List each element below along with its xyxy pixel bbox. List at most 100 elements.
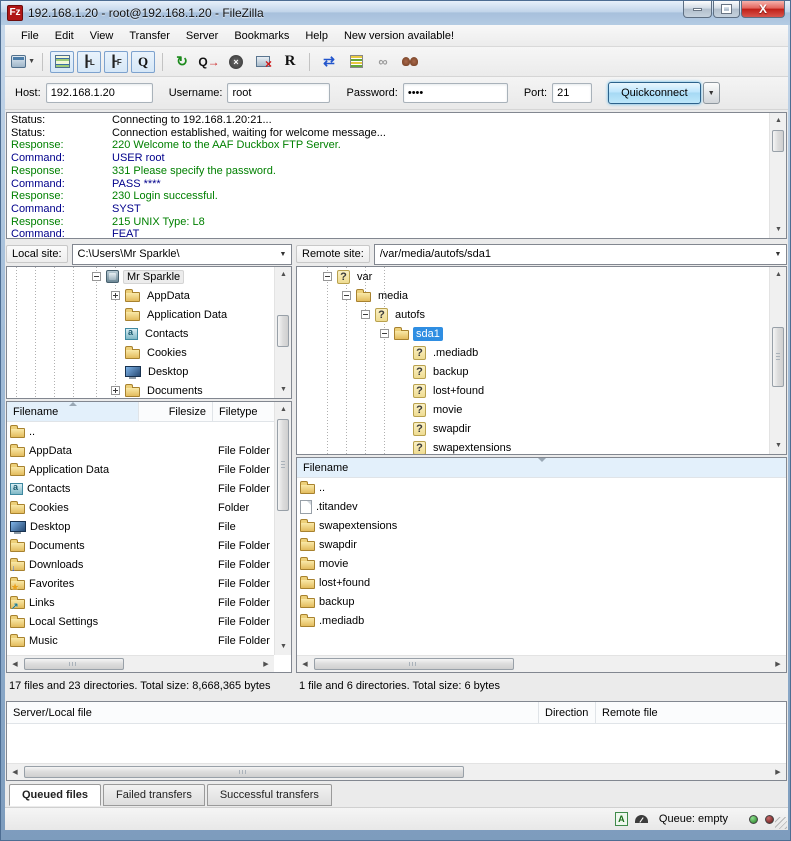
menu-edit[interactable]: Edit: [47, 27, 82, 45]
tree-item-desktop[interactable]: Desktop: [7, 362, 291, 381]
file-row[interactable]: backup: [297, 592, 786, 611]
file-row[interactable]: .mediadb: [297, 611, 786, 630]
scroll-right-icon[interactable]: ▶: [770, 764, 786, 781]
file-row[interactable]: ContactsFile Folder: [7, 479, 276, 498]
tree-item-documents[interactable]: Documents: [7, 381, 291, 399]
password-input[interactable]: [403, 83, 508, 103]
file-row[interactable]: movie: [297, 554, 786, 573]
remote-list-horizontal-scrollbar[interactable]: ◀ ▶: [297, 655, 786, 672]
collapse-icon[interactable]: [361, 310, 370, 319]
file-row[interactable]: lost+found: [297, 573, 786, 592]
column-header-filesize[interactable]: Filesize: [139, 402, 213, 421]
file-row[interactable]: MusicFile Folder: [7, 631, 276, 650]
menu-file[interactable]: File: [13, 27, 47, 45]
tab-successful-transfers[interactable]: Successful transfers: [207, 784, 332, 806]
expand-icon[interactable]: [111, 386, 120, 395]
scrollbar-thumb[interactable]: [24, 658, 124, 670]
tree-item-swapdir[interactable]: swapdir: [297, 419, 786, 438]
site-manager-button[interactable]: ▼: [11, 51, 35, 73]
file-row[interactable]: AppDataFile Folder: [7, 441, 276, 460]
filter-button[interactable]: ⇄: [317, 51, 341, 73]
scroll-right-icon[interactable]: ▶: [258, 656, 274, 673]
file-row[interactable]: DocumentsFile Folder: [7, 536, 276, 555]
quickconnect-dropdown-button[interactable]: ▼: [703, 82, 720, 104]
scrollbar-thumb[interactable]: [24, 766, 464, 778]
expand-icon[interactable]: [111, 291, 120, 300]
title-bar[interactable]: Fz 192.168.1.20 - root@192.168.1.20 - Fi…: [1, 1, 791, 25]
local-site-combobox[interactable]: C:\Users\Mr Sparkle\ ▼: [72, 244, 292, 265]
menu-server[interactable]: Server: [178, 27, 226, 45]
refresh-button[interactable]: ↻: [170, 51, 194, 73]
maximize-button[interactable]: [713, 1, 740, 18]
tree-item-contacts[interactable]: Contacts: [7, 324, 291, 343]
file-row[interactable]: ↗LinksFile Folder: [7, 593, 276, 612]
scroll-up-icon[interactable]: ▲: [275, 267, 292, 283]
find-files-button[interactable]: [398, 51, 422, 73]
quickconnect-button[interactable]: Quickconnect: [608, 82, 701, 104]
scroll-left-icon[interactable]: ◀: [297, 656, 313, 673]
minimize-button[interactable]: [683, 1, 712, 18]
scroll-left-icon[interactable]: ◀: [7, 656, 23, 673]
tree-item-backup[interactable]: backup: [297, 362, 786, 381]
menu-help[interactable]: Help: [297, 27, 336, 45]
file-row[interactable]: Local SettingsFile Folder: [7, 612, 276, 631]
tab-queued-files[interactable]: Queued files: [9, 784, 101, 806]
tree-item-swapextensions[interactable]: swapextensions: [297, 438, 786, 455]
column-header-filename[interactable]: Filename: [7, 402, 139, 421]
scroll-down-icon[interactable]: ▼: [770, 222, 787, 238]
scrollbar-thumb[interactable]: [277, 419, 289, 511]
cancel-button[interactable]: ×: [224, 51, 248, 73]
menu-new-version[interactable]: New version available!: [336, 27, 462, 45]
collapse-icon[interactable]: [323, 272, 332, 281]
toggle-log-button[interactable]: [50, 51, 74, 73]
remote-site-combobox[interactable]: /var/media/autofs/sda1 ▼: [374, 244, 787, 265]
port-input[interactable]: [552, 83, 592, 103]
local-list-vertical-scrollbar[interactable]: ▲ ▼: [274, 402, 291, 655]
menu-transfer[interactable]: Transfer: [121, 27, 178, 45]
tree-item-var[interactable]: var: [297, 267, 786, 286]
file-row[interactable]: CookiesFolder: [7, 498, 276, 517]
file-row[interactable]: DesktopFile: [7, 517, 276, 536]
scrollbar-thumb[interactable]: [772, 130, 784, 152]
host-input[interactable]: [46, 83, 153, 103]
file-row[interactable]: ..: [7, 422, 276, 441]
comparison-button[interactable]: [344, 51, 368, 73]
column-header-server-local-file[interactable]: Server/Local file: [7, 702, 539, 723]
tree-item-mr-sparkle[interactable]: Mr Sparkle: [7, 267, 291, 286]
column-header-remote-file[interactable]: Remote file: [596, 702, 786, 723]
tab-failed-transfers[interactable]: Failed transfers: [103, 784, 205, 806]
file-row[interactable]: swapextensions: [297, 516, 786, 535]
column-header-filename[interactable]: Filename: [297, 458, 786, 477]
close-button[interactable]: X: [741, 1, 785, 18]
scroll-left-icon[interactable]: ◀: [7, 764, 23, 781]
tree-item-media[interactable]: media: [297, 286, 786, 305]
tree-item-lost-found[interactable]: lost+found: [297, 381, 786, 400]
file-row[interactable]: Application DataFile Folder: [7, 460, 276, 479]
collapse-icon[interactable]: [342, 291, 351, 300]
chevron-down-icon[interactable]: ▼: [275, 251, 291, 258]
tree-item-autofs[interactable]: autofs: [297, 305, 786, 324]
file-row[interactable]: swapdir: [297, 535, 786, 554]
scroll-down-icon[interactable]: ▼: [770, 438, 787, 454]
file-row[interactable]: .titandev: [297, 497, 786, 516]
file-row[interactable]: ↓DownloadsFile Folder: [7, 555, 276, 574]
scrollbar-thumb[interactable]: [772, 327, 784, 387]
tree-item-appdata[interactable]: AppData: [7, 286, 291, 305]
username-input[interactable]: [227, 83, 330, 103]
column-header-direction[interactable]: Direction: [539, 702, 596, 723]
reconnect-button[interactable]: R: [278, 51, 302, 73]
local-list-horizontal-scrollbar[interactable]: ◀ ▶: [7, 655, 274, 672]
scroll-up-icon[interactable]: ▲: [770, 267, 787, 283]
scroll-up-icon[interactable]: ▲: [770, 113, 787, 129]
disconnect-button[interactable]: [251, 51, 275, 73]
sync-browsing-button[interactable]: ∞: [371, 51, 395, 73]
file-row[interactable]: ..: [297, 478, 786, 497]
tree-item-movie[interactable]: movie: [297, 400, 786, 419]
tree-item-mediadb[interactable]: .mediadb: [297, 343, 786, 362]
queue-horizontal-scrollbar[interactable]: ◀ ▶: [7, 763, 786, 780]
remote-tree-vertical-scrollbar[interactable]: ▲ ▼: [769, 267, 786, 454]
scroll-up-icon[interactable]: ▲: [275, 402, 292, 418]
log-vertical-scrollbar[interactable]: ▲ ▼: [769, 113, 786, 238]
menu-view[interactable]: View: [82, 27, 122, 45]
local-tree-vertical-scrollbar[interactable]: ▲ ▼: [274, 267, 291, 398]
